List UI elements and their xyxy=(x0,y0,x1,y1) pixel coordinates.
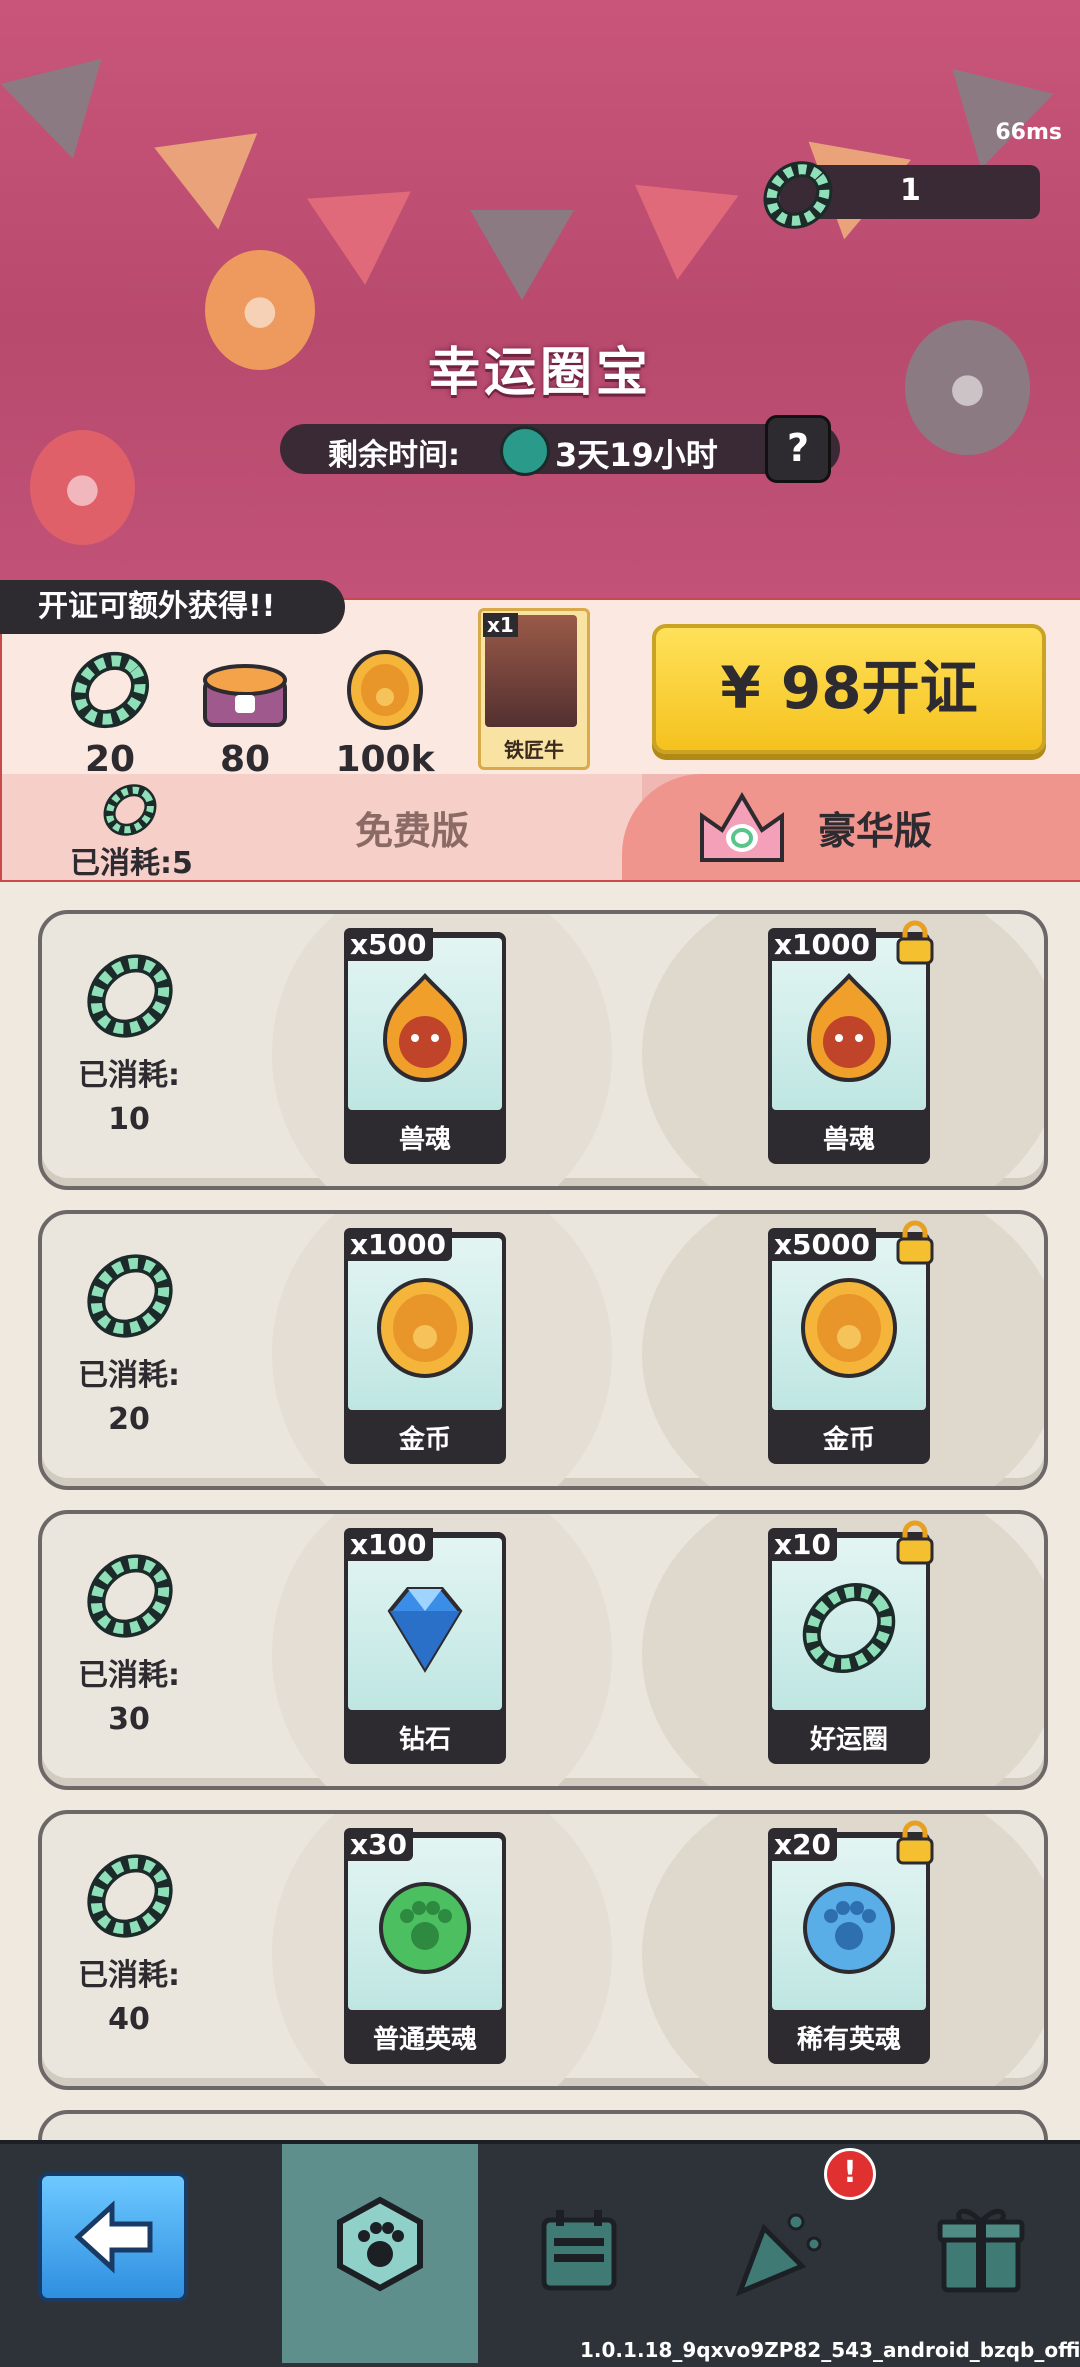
consumed-requirement: 已消耗: 40 xyxy=(74,1954,184,2042)
hero-name: 铁匠牛 xyxy=(504,738,564,762)
consumed-label: 已消耗: xyxy=(78,1658,180,1693)
reward-quantity: x30 xyxy=(344,1828,414,1861)
consumed-requirement: 已消耗: 30 xyxy=(74,1654,184,1742)
pass-bonus-tag: 开证可额外获得!! xyxy=(0,580,345,634)
consumed-requirement: 已消耗: 20 xyxy=(74,1354,184,1442)
event-title: 幸运圈宝 xyxy=(427,343,652,403)
back-arrow-icon xyxy=(74,2200,153,2274)
reward-quantity: x5000 xyxy=(768,1228,876,1261)
hero-reward-card[interactable]: x1 铁匠牛 xyxy=(478,608,590,770)
blue-hero-soul-icon xyxy=(803,1882,895,1974)
reward-tier-row: 已消耗: 20 x1000 金币 x5000 金币 xyxy=(38,1210,1048,1490)
bunting-flag xyxy=(0,58,124,172)
consumed-value: 40 xyxy=(108,2002,150,2037)
bunting-flag xyxy=(306,191,418,289)
clock-icon xyxy=(500,426,550,476)
gold-coin-icon xyxy=(801,1278,897,1378)
reward-quantity: x10 xyxy=(768,1528,838,1561)
pass-reward-coin: 100k xyxy=(330,645,440,780)
bunting-flag xyxy=(625,184,739,286)
lucky-ring-icon xyxy=(103,784,157,836)
ring-count: 1 xyxy=(900,173,921,208)
free-reward-card[interactable]: x1000 金币 xyxy=(344,1228,506,1464)
lucky-ring-icon xyxy=(87,1554,173,1638)
lock-icon xyxy=(896,920,934,965)
reward-name: 稀有英魂 xyxy=(796,2025,901,2055)
buy-pass-button[interactable]: ¥ 98开证 xyxy=(652,624,1046,754)
notification-badge: ! xyxy=(824,2148,876,2200)
reward-tier-row: 已消耗: 30 x100 钻石 x10 好运圈 xyxy=(38,1510,1048,1790)
reward-name: 普通英魂 xyxy=(372,2025,477,2055)
reward-quantity: x20 xyxy=(768,1828,838,1861)
reward-tier-row: 已消耗: 40 x30 普通英魂 x20 稀有英魂 xyxy=(38,1810,1048,2090)
time-remaining-label: 剩余时间: xyxy=(328,438,460,473)
balloon: ● xyxy=(30,430,135,545)
lucky-ring-icon xyxy=(87,954,173,1038)
reward-name: 钻石 xyxy=(398,1725,451,1755)
time-remaining: 剩余时间: 3天19小时 xyxy=(280,424,840,476)
diamond-icon xyxy=(387,1587,463,1673)
reward-quantity: x500 xyxy=(344,928,433,961)
lucky-ring-icon xyxy=(802,1582,896,1674)
crown-icon xyxy=(700,792,784,862)
lock-icon xyxy=(896,1820,934,1865)
tier-free-label: 免费版 xyxy=(355,809,470,853)
reward-quantity: x1000 xyxy=(768,928,876,961)
reward-name: 金币 xyxy=(822,1425,875,1455)
free-reward-card[interactable]: x500 兽魂 xyxy=(344,928,506,1164)
deluxe-reward-card[interactable]: x10 好运圈 xyxy=(768,1520,934,1764)
lucky-ring-icon xyxy=(70,651,150,729)
gold-coin-icon xyxy=(377,1278,473,1378)
lock-icon xyxy=(896,1220,934,1265)
cat-food-can-icon xyxy=(203,664,287,727)
nav-tab-pass[interactable] xyxy=(282,2144,478,2363)
hero-quantity: x1 xyxy=(483,613,518,637)
consumed-label: 已消耗: xyxy=(78,1958,180,1993)
lucky-ring-icon xyxy=(87,1254,173,1338)
help-button[interactable]: ? xyxy=(765,415,831,483)
lucky-ring-icon xyxy=(87,1854,173,1938)
ring-counter: 1 xyxy=(763,161,1040,229)
lock-icon xyxy=(896,1520,934,1565)
paw-badge-icon xyxy=(337,2196,423,2292)
total-consumed: 已消耗:5 xyxy=(70,846,193,881)
consumed-label: 已消耗: xyxy=(78,1358,180,1393)
bunting-flag xyxy=(154,133,270,237)
reward-name: 金币 xyxy=(398,1425,451,1455)
gold-coin-icon xyxy=(347,650,423,730)
party-popper-icon[interactable] xyxy=(730,2208,826,2298)
free-reward-card[interactable]: x30 普通英魂 xyxy=(344,1828,506,2064)
green-hero-soul-icon xyxy=(379,1882,471,1974)
deluxe-reward-card[interactable]: x20 稀有英魂 xyxy=(768,1820,934,2064)
event-banner: ● ● ● xyxy=(0,0,1080,600)
beast-soul-icon xyxy=(806,973,892,1083)
consumed-value: 10 xyxy=(108,1102,150,1137)
pass-reward-ring: 20 xyxy=(55,645,165,780)
consumed-value: 20 xyxy=(108,1402,150,1437)
network-ping: 66ms xyxy=(995,120,1062,145)
reward-name: 兽魂 xyxy=(398,1125,451,1155)
version-label: 1.0.1.18_9qxvo9ZP82_543_android_bzqb_off… xyxy=(580,2338,1080,2362)
reward-quantity: x1000 xyxy=(344,1228,452,1261)
pass-reward-food: 80 xyxy=(190,645,300,780)
beast-soul-icon xyxy=(382,973,468,1083)
reward-name: 兽魂 xyxy=(822,1125,875,1155)
back-button[interactable] xyxy=(38,2172,188,2302)
lucky-ring-icon xyxy=(763,161,833,229)
consumed-requirement: 已消耗: 10 xyxy=(74,1054,184,1142)
reward-name: 好运圈 xyxy=(809,1725,888,1755)
gift-box-icon[interactable] xyxy=(936,2200,1026,2296)
deluxe-reward-card[interactable]: x5000 金币 xyxy=(768,1220,934,1464)
calendar-icon[interactable] xyxy=(538,2208,620,2294)
bunting-flag xyxy=(470,210,574,300)
deluxe-reward-card[interactable]: x1000 兽魂 xyxy=(768,920,934,1164)
consumed-value: 30 xyxy=(108,1702,150,1737)
consumed-label: 已消耗: xyxy=(78,1058,180,1093)
tier-deluxe-label: 豪华版 xyxy=(818,809,933,853)
free-reward-card[interactable]: x100 钻石 xyxy=(344,1528,506,1764)
reward-quantity: x100 xyxy=(344,1528,433,1561)
time-remaining-value: 3天19小时 xyxy=(555,436,718,474)
reward-tier-row: 已消耗: 10 x500 兽魂 x1000 兽魂 xyxy=(38,910,1048,1190)
